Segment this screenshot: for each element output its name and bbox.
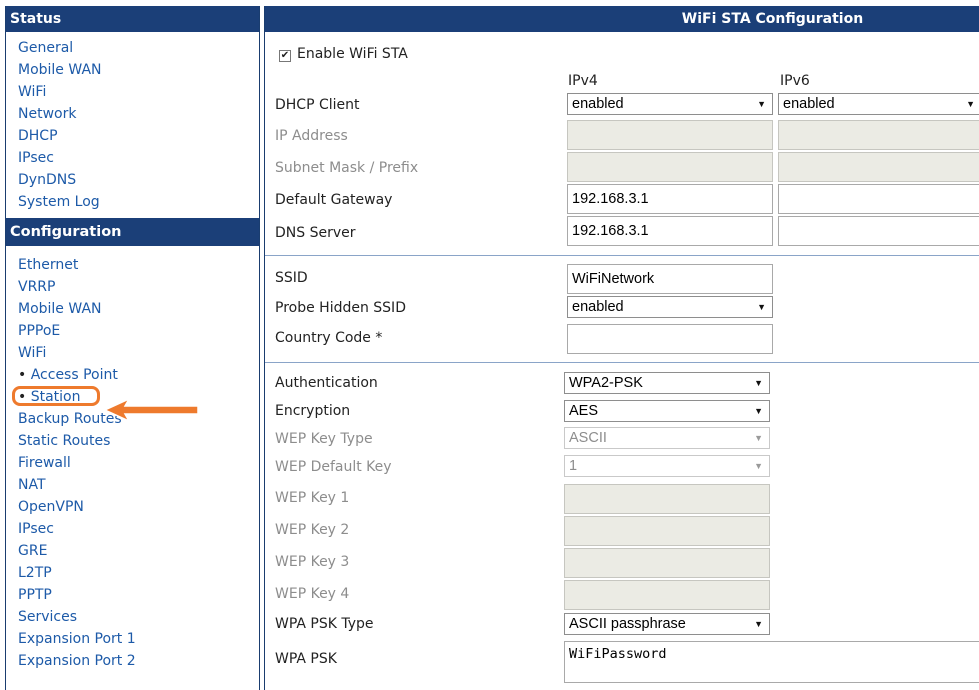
select-value: WPA2-PSK bbox=[569, 375, 643, 391]
sidebar-item-vrrp[interactable]: VRRP bbox=[18, 276, 259, 298]
select-value: ASCII bbox=[569, 430, 607, 446]
wep-key-4-input[interactable] bbox=[564, 580, 770, 610]
section-divider bbox=[265, 362, 979, 363]
wep-key-2-input[interactable] bbox=[564, 516, 770, 546]
sidebar-item-wifi[interactable]: WiFi bbox=[18, 81, 259, 103]
sidebar-item-system-log[interactable]: System Log bbox=[18, 191, 259, 213]
chevron-down-icon: ▼ bbox=[754, 433, 763, 443]
select-value: ASCII passphrase bbox=[569, 616, 686, 632]
dhcp-client-ipv6-select[interactable]: enabled ▼ bbox=[778, 93, 979, 115]
wep-key-4-label: WEP Key 4 bbox=[275, 586, 350, 602]
sidebar-item-mobile-wan[interactable]: Mobile WAN bbox=[18, 59, 259, 81]
dns-server-ipv4-input[interactable]: 192.168.3.1 bbox=[567, 216, 773, 246]
probe-hidden-ssid-label: Probe Hidden SSID bbox=[275, 300, 406, 316]
wpa-psk-label: WPA PSK bbox=[275, 651, 337, 667]
status-header: Status bbox=[6, 6, 259, 32]
configuration-menu: Ethernet VRRP Mobile WAN PPPoE WiFi • Ac… bbox=[6, 246, 259, 672]
sidebar-item-pptp[interactable]: PPTP bbox=[18, 584, 259, 606]
station-highlight-box bbox=[12, 386, 100, 406]
wep-key-type-label: WEP Key Type bbox=[275, 431, 373, 447]
ip-address-ipv4-input[interactable] bbox=[567, 120, 773, 150]
enable-wifi-sta-label: Enable WiFi STA bbox=[297, 46, 408, 62]
sidebar-item-mobile-wan-config[interactable]: Mobile WAN bbox=[18, 298, 259, 320]
sidebar-item-wifi-config[interactable]: WiFi bbox=[18, 342, 259, 364]
chevron-down-icon: ▼ bbox=[754, 619, 763, 629]
ssid-label: SSID bbox=[275, 270, 308, 286]
sidebar-item-pppoe[interactable]: PPPoE bbox=[18, 320, 259, 342]
panel-title: WiFi STA Configuration bbox=[265, 6, 979, 32]
ipv6-column-header: IPv6 bbox=[780, 73, 810, 89]
dhcp-client-label: DHCP Client bbox=[275, 97, 360, 113]
status-menu: General Mobile WAN WiFi Network DHCP IPs… bbox=[6, 32, 259, 213]
country-code-input[interactable] bbox=[567, 324, 773, 354]
wpa-psk-type-label: WPA PSK Type bbox=[275, 616, 374, 632]
subnet-mask-ipv6-input[interactable] bbox=[778, 152, 979, 182]
wep-key-type-select[interactable]: ASCII ▼ bbox=[564, 427, 770, 449]
wep-key-1-input[interactable] bbox=[564, 484, 770, 514]
wep-key-1-label: WEP Key 1 bbox=[275, 490, 350, 506]
select-value: AES bbox=[569, 403, 599, 419]
select-value: enabled bbox=[572, 96, 624, 112]
sidebar-item-dyndns[interactable]: DynDNS bbox=[18, 169, 259, 191]
chevron-down-icon: ▼ bbox=[757, 302, 766, 312]
encryption-select[interactable]: AES ▼ bbox=[564, 400, 770, 422]
sidebar-item-ipsec-config[interactable]: IPsec bbox=[18, 518, 259, 540]
ipv4-column-header: IPv4 bbox=[568, 73, 598, 89]
sidebar-item-label: Access Point bbox=[30, 367, 118, 383]
wep-default-key-select[interactable]: 1 ▼ bbox=[564, 455, 770, 477]
select-value: enabled bbox=[783, 96, 835, 112]
ip-address-ipv6-input[interactable] bbox=[778, 120, 979, 150]
enable-wifi-sta-checkbox[interactable]: ✔ bbox=[279, 50, 291, 62]
select-value: 1 bbox=[569, 458, 578, 474]
pointer-arrow-icon bbox=[103, 397, 199, 423]
country-code-label: Country Code * bbox=[275, 330, 383, 346]
authentication-label: Authentication bbox=[275, 375, 378, 391]
default-gateway-ipv6-input[interactable] bbox=[778, 184, 979, 214]
chevron-down-icon: ▼ bbox=[754, 378, 763, 388]
sidebar-item-openvpn[interactable]: OpenVPN bbox=[18, 496, 259, 518]
sidebar-item-network[interactable]: Network bbox=[18, 103, 259, 125]
wep-key-2-label: WEP Key 2 bbox=[275, 522, 350, 538]
ip-address-label: IP Address bbox=[275, 128, 348, 144]
sidebar-item-expansion-port-2[interactable]: Expansion Port 2 bbox=[18, 650, 259, 672]
wep-key-3-label: WEP Key 3 bbox=[275, 554, 350, 570]
sidebar-item-nat[interactable]: NAT bbox=[18, 474, 259, 496]
encryption-label: Encryption bbox=[275, 403, 351, 419]
section-divider bbox=[265, 255, 979, 256]
sidebar-item-dhcp[interactable]: DHCP bbox=[18, 125, 259, 147]
bullet-icon: • bbox=[18, 367, 31, 383]
sidebar-item-ethernet[interactable]: Ethernet bbox=[18, 254, 259, 276]
ssid-input[interactable]: WiFiNetwork bbox=[567, 264, 773, 294]
dhcp-client-ipv4-select[interactable]: enabled ▼ bbox=[567, 93, 773, 115]
sidebar-item-ipsec[interactable]: IPsec bbox=[18, 147, 259, 169]
wifi-sta-panel: WiFi STA Configuration ✔ Enable WiFi STA… bbox=[264, 6, 979, 690]
wep-key-3-input[interactable] bbox=[564, 548, 770, 578]
sidebar-item-expansion-port-1[interactable]: Expansion Port 1 bbox=[18, 628, 259, 650]
authentication-select[interactable]: WPA2-PSK ▼ bbox=[564, 372, 770, 394]
chevron-down-icon: ▼ bbox=[966, 99, 975, 109]
sidebar-item-firewall[interactable]: Firewall bbox=[18, 452, 259, 474]
configuration-header: Configuration bbox=[6, 218, 259, 246]
sidebar-item-general[interactable]: General bbox=[18, 37, 259, 59]
wpa-psk-type-select[interactable]: ASCII passphrase ▼ bbox=[564, 613, 770, 635]
wep-default-key-label: WEP Default Key bbox=[275, 459, 392, 475]
select-value: enabled bbox=[572, 299, 624, 315]
default-gateway-label: Default Gateway bbox=[275, 192, 393, 208]
sidebar-item-services[interactable]: Services bbox=[18, 606, 259, 628]
subnet-mask-ipv4-input[interactable] bbox=[567, 152, 773, 182]
subnet-mask-label: Subnet Mask / Prefix bbox=[275, 160, 419, 176]
probe-hidden-ssid-select[interactable]: enabled ▼ bbox=[567, 296, 773, 318]
sidebar-item-access-point[interactable]: • Access Point bbox=[18, 364, 259, 386]
chevron-down-icon: ▼ bbox=[754, 406, 763, 416]
dns-server-label: DNS Server bbox=[275, 225, 356, 241]
sidebar-item-l2tp[interactable]: L2TP bbox=[18, 562, 259, 584]
chevron-down-icon: ▼ bbox=[757, 99, 766, 109]
chevron-down-icon: ▼ bbox=[754, 461, 763, 471]
sidebar-item-gre[interactable]: GRE bbox=[18, 540, 259, 562]
wpa-psk-textarea[interactable]: WiFiPassword bbox=[564, 641, 979, 683]
sidebar-item-static-routes[interactable]: Static Routes bbox=[18, 430, 259, 452]
default-gateway-ipv4-input[interactable]: 192.168.3.1 bbox=[567, 184, 773, 214]
dns-server-ipv6-input[interactable] bbox=[778, 216, 979, 246]
sidebar: Status General Mobile WAN WiFi Network D… bbox=[5, 6, 260, 690]
